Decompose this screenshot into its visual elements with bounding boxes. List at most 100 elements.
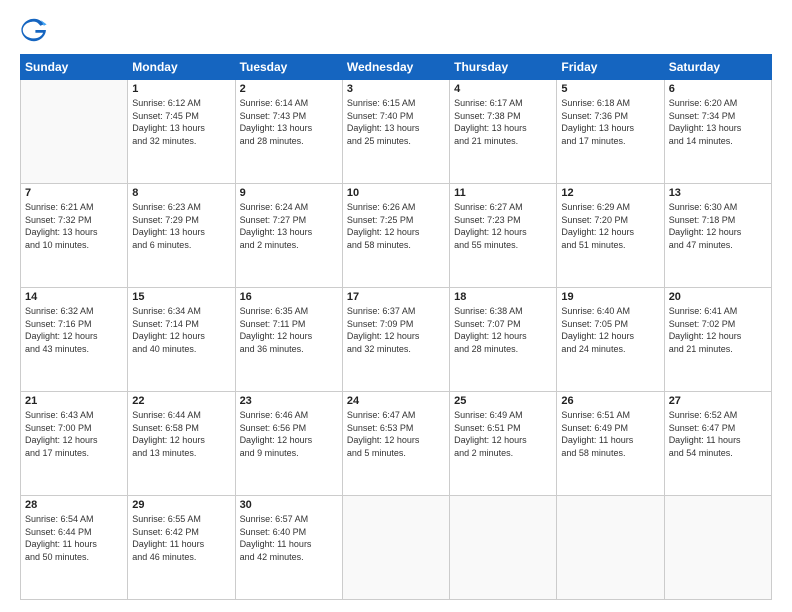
day-number: 17 — [347, 291, 445, 303]
day-info: Sunrise: 6:38 AM Sunset: 7:07 PM Dayligh… — [454, 305, 552, 355]
calendar-cell: 28 Sunrise: 6:54 AM Sunset: 6:44 PM Dayli… — [21, 496, 128, 600]
day-info: Sunrise: 6:17 AM Sunset: 7:38 PM Dayligh… — [454, 97, 552, 147]
calendar-week-row: 14 Sunrise: 6:32 AM Sunset: 7:16 PM Dayli… — [21, 288, 772, 392]
calendar-cell: 17 Sunrise: 6:37 AM Sunset: 7:09 PM Dayli… — [342, 288, 449, 392]
calendar-header-thursday: Thursday — [450, 55, 557, 80]
day-number: 25 — [454, 395, 552, 407]
day-number: 9 — [240, 187, 338, 199]
calendar-cell: 7Sunrise: 6:21 AM Sunset: 7:32 PM Daylig… — [21, 184, 128, 288]
calendar-cell: 11 Sunrise: 6:27 AM Sunset: 7:23 PM Dayli… — [450, 184, 557, 288]
day-number: 1 — [132, 83, 230, 95]
day-number: 7 — [25, 187, 123, 199]
calendar-cell: 14 Sunrise: 6:32 AM Sunset: 7:16 PM Dayli… — [21, 288, 128, 392]
calendar-cell: 24 Sunrise: 6:47 AM Sunset: 6:53 PM Dayli… — [342, 392, 449, 496]
calendar-week-row: 1 Sunrise: 6:12 AM Sunset: 7:45 PM Daylig… — [21, 80, 772, 184]
day-number: 22 — [132, 395, 230, 407]
day-info: Sunrise: 6:54 AM Sunset: 6:44 PM Dayligh… — [25, 513, 123, 563]
day-number: 19 — [561, 291, 659, 303]
day-info: Sunrise: 6:24 AM Sunset: 7:27 PM Dayligh… — [240, 201, 338, 251]
calendar-cell: 10 Sunrise: 6:26 AM Sunset: 7:25 PM Dayli… — [342, 184, 449, 288]
day-info: Sunrise: 6:47 AM Sunset: 6:53 PM Dayligh… — [347, 409, 445, 459]
day-info: Sunrise: 6:29 AM Sunset: 7:20 PM Dayligh… — [561, 201, 659, 251]
day-info: Sunrise: 6:35 AM Sunset: 7:11 PM Dayligh… — [240, 305, 338, 355]
calendar-header-saturday: Saturday — [664, 55, 771, 80]
calendar-cell: 29Sunrise: 6:55 AM Sunset: 6:42 PM Dayli… — [128, 496, 235, 600]
calendar-cell: 27Sunrise: 6:52 AM Sunset: 6:47 PM Dayli… — [664, 392, 771, 496]
header — [20, 16, 772, 44]
day-info: Sunrise: 6:40 AM Sunset: 7:05 PM Dayligh… — [561, 305, 659, 355]
calendar-header-tuesday: Tuesday — [235, 55, 342, 80]
day-info: Sunrise: 6:44 AM Sunset: 6:58 PM Dayligh… — [132, 409, 230, 459]
day-info: Sunrise: 6:27 AM Sunset: 7:23 PM Dayligh… — [454, 201, 552, 251]
calendar-week-row: 28 Sunrise: 6:54 AM Sunset: 6:44 PM Dayli… — [21, 496, 772, 600]
calendar-cell: 19 Sunrise: 6:40 AM Sunset: 7:05 PM Dayli… — [557, 288, 664, 392]
calendar-cell — [21, 80, 128, 184]
day-info: Sunrise: 6:20 AM Sunset: 7:34 PM Dayligh… — [669, 97, 767, 147]
calendar-header-sunday: Sunday — [21, 55, 128, 80]
day-number: 15 — [132, 291, 230, 303]
day-number: 2 — [240, 83, 338, 95]
day-info: Sunrise: 6:32 AM Sunset: 7:16 PM Dayligh… — [25, 305, 123, 355]
calendar-cell: 23 Sunrise: 6:46 AM Sunset: 6:56 PM Dayli… — [235, 392, 342, 496]
day-number: 3 — [347, 83, 445, 95]
calendar-cell: 12 Sunrise: 6:29 AM Sunset: 7:20 PM Dayli… — [557, 184, 664, 288]
calendar-header-row: SundayMondayTuesdayWednesdayThursdayFrid… — [21, 55, 772, 80]
day-info: Sunrise: 6:15 AM Sunset: 7:40 PM Dayligh… — [347, 97, 445, 147]
day-info: Sunrise: 6:12 AM Sunset: 7:45 PM Dayligh… — [132, 97, 230, 147]
day-info: Sunrise: 6:55 AM Sunset: 6:42 PM Dayligh… — [132, 513, 230, 563]
day-number: 8 — [132, 187, 230, 199]
day-info: Sunrise: 6:46 AM Sunset: 6:56 PM Dayligh… — [240, 409, 338, 459]
day-info: Sunrise: 6:41 AM Sunset: 7:02 PM Dayligh… — [669, 305, 767, 355]
day-number: 30 — [240, 499, 338, 511]
calendar-cell: 2Sunrise: 6:14 AM Sunset: 7:43 PM Daylig… — [235, 80, 342, 184]
calendar-cell: 5 Sunrise: 6:18 AM Sunset: 7:36 PM Daylig… — [557, 80, 664, 184]
day-number: 14 — [25, 291, 123, 303]
day-info: Sunrise: 6:34 AM Sunset: 7:14 PM Dayligh… — [132, 305, 230, 355]
calendar-cell: 20 Sunrise: 6:41 AM Sunset: 7:02 PM Dayli… — [664, 288, 771, 392]
day-number: 24 — [347, 395, 445, 407]
day-info: Sunrise: 6:43 AM Sunset: 7:00 PM Dayligh… — [25, 409, 123, 459]
day-info: Sunrise: 6:57 AM Sunset: 6:40 PM Dayligh… — [240, 513, 338, 563]
day-number: 11 — [454, 187, 552, 199]
day-number: 10 — [347, 187, 445, 199]
day-number: 26 — [561, 395, 659, 407]
day-info: Sunrise: 6:37 AM Sunset: 7:09 PM Dayligh… — [347, 305, 445, 355]
day-info: Sunrise: 6:51 AM Sunset: 6:49 PM Dayligh… — [561, 409, 659, 459]
calendar-cell: 15 Sunrise: 6:34 AM Sunset: 7:14 PM Dayli… — [128, 288, 235, 392]
calendar-cell: 4 Sunrise: 6:17 AM Sunset: 7:38 PM Daylig… — [450, 80, 557, 184]
day-number: 23 — [240, 395, 338, 407]
calendar-week-row: 7Sunrise: 6:21 AM Sunset: 7:32 PM Daylig… — [21, 184, 772, 288]
calendar-week-row: 21 Sunrise: 6:43 AM Sunset: 7:00 PM Dayli… — [21, 392, 772, 496]
day-info: Sunrise: 6:30 AM Sunset: 7:18 PM Dayligh… — [669, 201, 767, 251]
calendar-cell: 9 Sunrise: 6:24 AM Sunset: 7:27 PM Daylig… — [235, 184, 342, 288]
calendar-cell: 6 Sunrise: 6:20 AM Sunset: 7:34 PM Daylig… — [664, 80, 771, 184]
day-number: 28 — [25, 499, 123, 511]
day-number: 18 — [454, 291, 552, 303]
page: SundayMondayTuesdayWednesdayThursdayFrid… — [0, 0, 792, 612]
day-number: 12 — [561, 187, 659, 199]
calendar-header-friday: Friday — [557, 55, 664, 80]
logo-icon — [20, 16, 48, 44]
day-info: Sunrise: 6:23 AM Sunset: 7:29 PM Dayligh… — [132, 201, 230, 251]
calendar-cell: 16Sunrise: 6:35 AM Sunset: 7:11 PM Dayli… — [235, 288, 342, 392]
day-number: 21 — [25, 395, 123, 407]
calendar-cell: 13Sunrise: 6:30 AM Sunset: 7:18 PM Dayli… — [664, 184, 771, 288]
calendar-cell — [342, 496, 449, 600]
day-info: Sunrise: 6:26 AM Sunset: 7:25 PM Dayligh… — [347, 201, 445, 251]
calendar-cell — [664, 496, 771, 600]
calendar-cell: 21 Sunrise: 6:43 AM Sunset: 7:00 PM Dayli… — [21, 392, 128, 496]
calendar-cell: 22 Sunrise: 6:44 AM Sunset: 6:58 PM Dayli… — [128, 392, 235, 496]
day-info: Sunrise: 6:18 AM Sunset: 7:36 PM Dayligh… — [561, 97, 659, 147]
day-number: 4 — [454, 83, 552, 95]
day-info: Sunrise: 6:52 AM Sunset: 6:47 PM Dayligh… — [669, 409, 767, 459]
calendar-header-wednesday: Wednesday — [342, 55, 449, 80]
day-number: 20 — [669, 291, 767, 303]
calendar-cell: 1 Sunrise: 6:12 AM Sunset: 7:45 PM Daylig… — [128, 80, 235, 184]
day-number: 6 — [669, 83, 767, 95]
calendar-cell: 30 Sunrise: 6:57 AM Sunset: 6:40 PM Dayli… — [235, 496, 342, 600]
day-number: 5 — [561, 83, 659, 95]
calendar-cell: 25Sunrise: 6:49 AM Sunset: 6:51 PM Dayli… — [450, 392, 557, 496]
calendar-cell: 3 Sunrise: 6:15 AM Sunset: 7:40 PM Daylig… — [342, 80, 449, 184]
calendar-header-monday: Monday — [128, 55, 235, 80]
calendar-table: SundayMondayTuesdayWednesdayThursdayFrid… — [20, 54, 772, 600]
